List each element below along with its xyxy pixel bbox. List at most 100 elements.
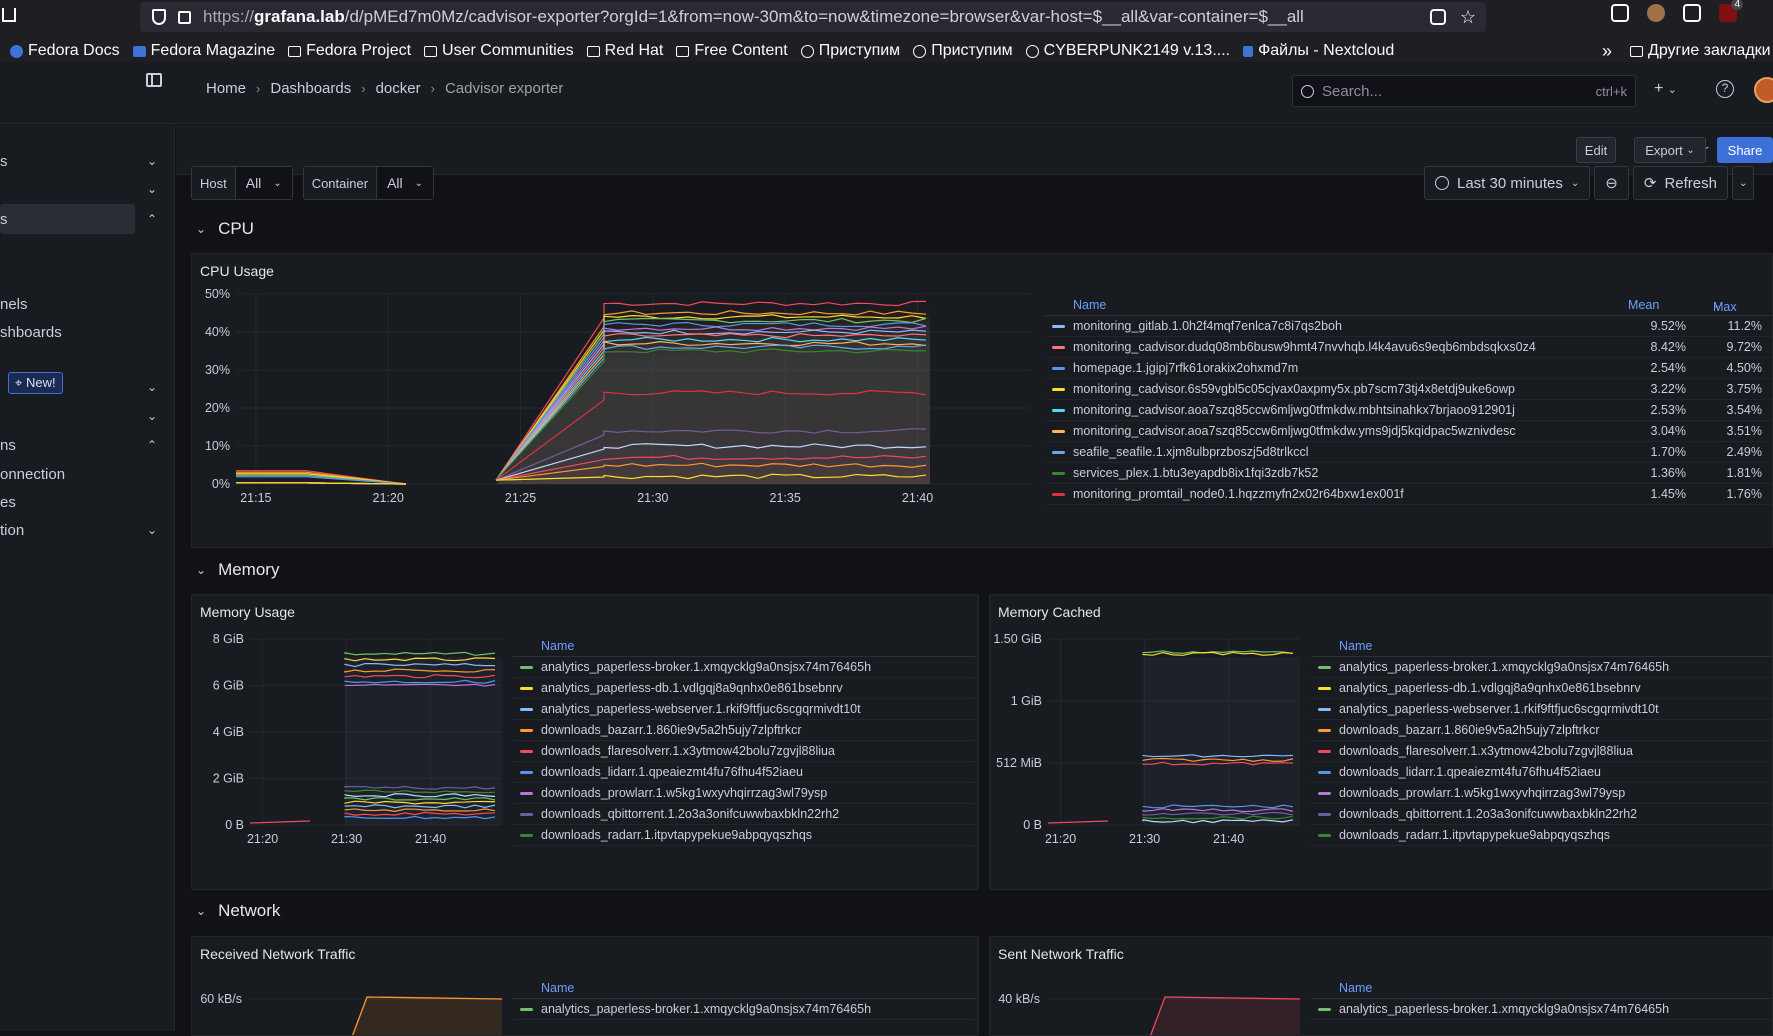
address-bar[interactable]: https://grafana.lab/d/pMEd7m0Mz/cadvisor… <box>140 2 1486 32</box>
legend-row[interactable]: downloads_bazarr.1.860ie9v5a2h5ujy7zlpft… <box>1311 720 1772 741</box>
chevron-down-icon[interactable]: ⌄ <box>147 380 157 394</box>
host-select[interactable]: All ⌄ <box>235 167 292 199</box>
edit-button[interactable]: Edit <box>1576 137 1616 163</box>
legend-row[interactable]: downloads_qbittorrent.1.2o3a3onifcuwwbax… <box>1311 804 1772 825</box>
sidebar-item-data-sources[interactable]: es <box>0 487 175 517</box>
container-variable[interactable]: Container All ⌄ <box>302 166 435 200</box>
legend-series-name[interactable]: downloads_prowlarr.1.w5kg1wxyvhqirrzag3w… <box>541 786 827 800</box>
legend-row[interactable]: analytics_paperless-webserver.1.rkif9ftf… <box>513 699 975 720</box>
ublock-icon[interactable]: 4 <box>1719 0 1743 22</box>
legend-row[interactable]: downloads_flaresolverr.1.x3ytmow42bolu7z… <box>513 741 975 762</box>
bookmark-pristupim-1[interactable]: Приступим <box>800 42 900 60</box>
refresh-button[interactable]: ⟳ Refresh <box>1632 166 1728 200</box>
sidebar-item-new[interactable]: ⌖ New! ⌄ <box>0 372 175 402</box>
bookmark-user-communities[interactable]: User Communities <box>424 42 574 60</box>
bookmark-fedora-magazine[interactable]: Fedora Magazine <box>132 42 275 60</box>
sidebar-item-shared-dashboards[interactable]: shboards <box>0 317 175 347</box>
received-network-chart[interactable]: 60 kB/s <box>192 967 510 1036</box>
refresh-interval-button[interactable]: ⌄ <box>1731 166 1755 200</box>
legend-series-name[interactable]: analytics_paperless-broker.1.xmqycklg9a0… <box>541 660 871 674</box>
bookmark-nextcloud[interactable]: Файлы - Nextcloud <box>1243 42 1394 60</box>
legend-series-name[interactable]: downloads_flaresolverr.1.x3ytmow42bolu7z… <box>1339 744 1633 758</box>
sidebar-dock-icon[interactable] <box>146 73 162 87</box>
legend-row[interactable]: monitoring_promtail_node0.1.hqzzmyfn2x02… <box>1045 484 1772 505</box>
legend-series-name[interactable]: downloads_bazarr.1.860ie9v5a2h5ujy7zlpft… <box>1339 723 1600 737</box>
legend-series-name[interactable]: downloads_qbittorrent.1.2o3a3onifcuwwbax… <box>541 807 839 821</box>
legend-series-name[interactable]: downloads_bazarr.1.860ie9v5a2h5ujy7zlpft… <box>541 723 802 737</box>
legend-series-name[interactable]: downloads_lidarr.1.qpeaiezmt4fu76fhu4f52… <box>541 765 803 779</box>
legend-series-name[interactable]: analytics_paperless-broker.1.xmqycklg9a0… <box>1339 1002 1669 1016</box>
legend-series-name[interactable]: seafile_seafile.1.xjm8ulbprzboszj5d8trlk… <box>1073 445 1309 459</box>
legend-series-name[interactable]: downloads_qbittorrent.1.2o3a3onifcuwwbax… <box>1339 807 1637 821</box>
legend-row[interactable]: analytics_paperless-broker.1.xmqycklg9a0… <box>1311 999 1772 1020</box>
legend-row[interactable]: downloads_flaresolverr.1.x3ytmow42bolu7z… <box>1311 741 1772 762</box>
legend-series-name[interactable]: monitoring_gitlab.1.0h2f4mqf7enlca7c8i7q… <box>1073 319 1342 333</box>
lock-icon[interactable] <box>178 10 191 24</box>
bookmark-star-icon[interactable]: ☆ <box>1460 8 1476 26</box>
avatar[interactable] <box>1754 77 1773 103</box>
legend-series-name[interactable]: analytics_paperless-db.1.vdlgqj8a9qnhx0e… <box>541 681 843 695</box>
url-text[interactable]: https://grafana.lab/d/pMEd7m0Mz/cadvisor… <box>203 7 1304 27</box>
chevron-up-icon[interactable]: ⌃ <box>147 212 157 226</box>
legend-series-name[interactable]: downloads_flaresolverr.1.x3ytmow42bolu7z… <box>541 744 835 758</box>
legend-row[interactable]: seafile_seafile.1.xjm8ulbprzboszj5d8trlk… <box>1045 442 1772 463</box>
legend-row[interactable]: monitoring_cadvisor.aoa7szq85ccw6mljwg0t… <box>1045 421 1772 442</box>
legend-series-name[interactable]: monitoring_promtail_node0.1.hqzzmyfn2x02… <box>1073 487 1404 501</box>
legend-series-name[interactable]: downloads_radarr.1.itpvtapypekue9abpqyqs… <box>1339 828 1610 842</box>
legend-series-name[interactable]: monitoring_cadvisor.aoa7szq85ccw6mljwg0t… <box>1073 403 1515 417</box>
export-button[interactable]: Export ⌄ <box>1634 137 1706 163</box>
breadcrumb-home[interactable]: Home <box>206 80 246 97</box>
search-input[interactable]: Search... ctrl+k <box>1292 75 1636 107</box>
chevron-down-icon[interactable]: ⌄ <box>147 182 157 196</box>
sidebar-item-add-connection[interactable]: onnection <box>0 459 175 489</box>
legend-row[interactable]: downloads_radarr.1.itpvtapypekue9abpqyqs… <box>1311 825 1772 846</box>
new-menu-button[interactable]: + ⌄ <box>1654 80 1677 98</box>
sidebar-item-2[interactable]: ⌄ <box>0 174 175 204</box>
legend-row[interactable]: monitoring_cadvisor.aoa7szq85ccw6mljwg0t… <box>1045 400 1772 421</box>
legend-series-name[interactable]: monitoring_cadvisor.aoa7szq85ccw6mljwg0t… <box>1073 424 1516 438</box>
legend-name-header[interactable]: Name <box>541 639 574 653</box>
chevron-down-icon[interactable]: ⌄ <box>147 154 157 168</box>
legend-row[interactable]: analytics_paperless-broker.1.xmqycklg9a0… <box>513 999 975 1020</box>
bookmark-red-hat[interactable]: Red Hat <box>586 42 663 60</box>
sidebar-item-administration[interactable]: tion ⌄ <box>0 515 175 545</box>
row-memory[interactable]: ⌄ Memory <box>196 560 279 580</box>
legend-series-name[interactable]: analytics_paperless-webserver.1.rkif9ftf… <box>541 702 861 716</box>
sidebar-item-connections[interactable]: ns ⌃ <box>0 430 175 460</box>
legend-name-header[interactable]: Name <box>1339 639 1372 653</box>
bookmark-fedora-docs[interactable]: Fedora Docs <box>10 42 120 60</box>
legend-series-name[interactable]: homepage.1.jgipj7rfk61orakix2ohxmd7m <box>1073 361 1298 375</box>
legend-row[interactable]: analytics_paperless-broker.1.xmqycklg9a0… <box>513 657 975 678</box>
legend-row[interactable]: downloads_lidarr.1.qpeaiezmt4fu76fhu4f52… <box>513 762 975 783</box>
sidebar-item-dashboards[interactable]: s ⌃ <box>0 204 175 234</box>
legend-series-name[interactable]: monitoring_cadvisor.6s59vgbl5c05cjvax0ax… <box>1073 382 1515 396</box>
bookmarks-overflow-icon[interactable]: » <box>1602 41 1612 62</box>
legend-row[interactable]: analytics_paperless-db.1.vdlgqj8a9qnhx0e… <box>513 678 975 699</box>
bookmark-free-content[interactable]: Free Content <box>676 42 788 60</box>
sidebar-item-7[interactable]: ⌄ <box>0 401 175 431</box>
legend-series-name[interactable]: downloads_radarr.1.itpvtapypekue9abpqyqs… <box>541 828 812 842</box>
share-button[interactable]: Share <box>1717 137 1773 163</box>
legend-series-name[interactable]: downloads_lidarr.1.qpeaiezmt4fu76fhu4f52… <box>1339 765 1601 779</box>
home-icon[interactable] <box>2 8 16 22</box>
legend-row[interactable]: analytics_paperless-webserver.1.rkif9ftf… <box>1311 699 1772 720</box>
bookmark-other[interactable]: Другие закладки <box>1630 42 1771 60</box>
bookmark-pristupim-2[interactable]: Приступим <box>913 42 1013 60</box>
zoom-out-button[interactable]: ⊖ <box>1594 166 1629 200</box>
legend-series-name[interactable]: analytics_paperless-db.1.vdlgqj8a9qnhx0e… <box>1339 681 1641 695</box>
row-cpu[interactable]: ⌄ CPU <box>196 219 254 239</box>
pocket-icon[interactable] <box>1611 4 1629 22</box>
legend-row[interactable]: monitoring_gitlab.1.0h2f4mqf7enlca7c8i7q… <box>1045 316 1772 337</box>
legend-row[interactable]: analytics_paperless-db.1.vdlgqj8a9qnhx0e… <box>1311 678 1772 699</box>
legend-row[interactable]: downloads_radarr.1.itpvtapypekue9abpqyqs… <box>513 825 975 846</box>
legend-name-header[interactable]: Name <box>541 981 574 995</box>
account-icon[interactable] <box>1647 4 1665 22</box>
legend-row[interactable]: downloads_prowlarr.1.w5kg1wxyvhqirrzag3w… <box>1311 783 1772 804</box>
memory-chart[interactable]: 0 B 2 GiB 4 GiB 6 GiB 8 GiB 21:20 21:30 21:40 <box>192 625 510 865</box>
legend-name-header[interactable]: Name <box>1073 298 1106 312</box>
breadcrumb-docker[interactable]: docker <box>376 80 421 97</box>
container-select[interactable]: All ⌄ <box>377 167 434 199</box>
legend-row[interactable]: homepage.1.jgipj7rfk61orakix2ohxmd7m 2.54… <box>1045 358 1772 379</box>
legend-series-name[interactable]: services_plex.1.btu3eyapdb8ix1fqi3zdb7k5… <box>1073 466 1318 480</box>
shield-icon[interactable] <box>152 9 166 25</box>
